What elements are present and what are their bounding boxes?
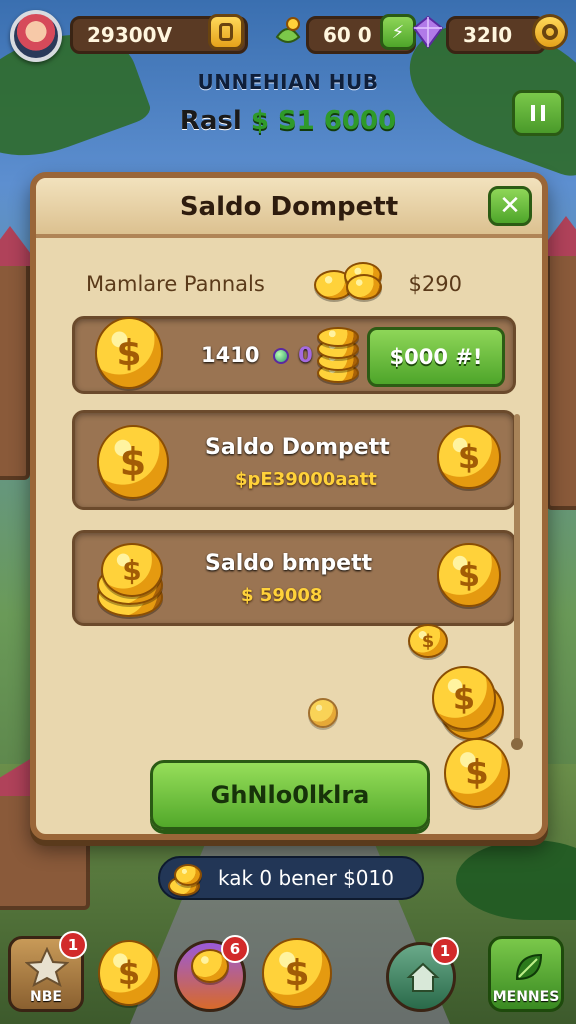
notification-text: kak 0 bener $010 xyxy=(218,866,394,890)
house-icon xyxy=(406,962,440,992)
dollar-coin-icon: $ xyxy=(95,317,163,389)
leaf-icon xyxy=(515,953,543,981)
wallet-row-balance[interactable]: $ Saldo Dompett $pE39000aatt $ xyxy=(72,410,516,510)
nav-button-home[interactable]: 1 xyxy=(386,937,459,1012)
top-hud: 29300V 60 0 ⚡ 32I0 xyxy=(8,10,568,62)
crystal-counter: 32I0 xyxy=(446,16,546,54)
coin-stack-icon: $ xyxy=(432,666,512,746)
bottom-nav: 1 NBE $ 6 $ 1 MENNES xyxy=(0,920,576,1024)
plus-icon xyxy=(219,23,233,41)
dollar-coin-icon: $ xyxy=(437,425,501,489)
subheader-label: Mamlare Pannals xyxy=(86,272,265,296)
flying-coin-icon: $ xyxy=(408,624,448,658)
nav-button-bag[interactable]: 6 xyxy=(174,935,249,1012)
row1-amount: 1410 xyxy=(201,343,260,367)
purple-gem-icon xyxy=(410,14,446,50)
row2-title: Saldo Dompett xyxy=(205,435,390,460)
panel-title: Saldo Dompett xyxy=(179,192,399,222)
row3-subtitle: $ 59008 xyxy=(241,585,323,606)
nav-coin-button[interactable]: $ xyxy=(262,938,332,1008)
nav-label: NBE xyxy=(30,989,62,1005)
player-avatar[interactable] xyxy=(10,10,62,62)
nav-button-nbe[interactable]: 1 NBE xyxy=(8,931,87,1012)
coin-counter-value: 29300V xyxy=(87,23,173,47)
flying-coin-icon xyxy=(308,698,338,728)
nav-button-menu[interactable]: MENNES xyxy=(488,936,564,1012)
add-coins-button[interactable] xyxy=(208,14,244,50)
notification-pill[interactable]: kak 0 bener $010 xyxy=(158,856,424,900)
row1-amount-line: 1410 0 xyxy=(201,343,313,367)
row2-subtitle: $pE39000aatt xyxy=(235,469,377,490)
row1-buy-button[interactable]: $000 #! xyxy=(367,327,505,387)
row3-title: Saldo bmpett xyxy=(205,551,373,576)
gem-counter-value: 60 0 xyxy=(323,23,372,47)
hub-balance-label: Rasl xyxy=(179,106,242,136)
nav-badge: 1 xyxy=(59,931,87,959)
scrollbar-thumb[interactable] xyxy=(511,738,523,750)
dollar-coin-icon: $ xyxy=(437,543,501,607)
coin-stack-icon xyxy=(166,860,208,900)
hut xyxy=(546,250,576,510)
coin-stack-icon: $ xyxy=(95,541,171,621)
gem-pouch-icon xyxy=(270,14,306,50)
pause-icon xyxy=(531,105,545,121)
panel-header: Saldo Dompett ✕ xyxy=(36,178,542,238)
nav-coin-button[interactable]: $ xyxy=(98,940,160,1006)
collect-button[interactable]: GhNlo0lklra xyxy=(150,760,430,830)
subheader-row: Mamlare Pannals $290 xyxy=(86,262,482,300)
nav-badge: 6 xyxy=(221,935,249,963)
gear-icon xyxy=(542,24,558,40)
coin-stack-icon xyxy=(314,262,384,302)
wallet-row-secondary[interactable]: $ Saldo bmpett $ 59008 $ xyxy=(72,530,516,626)
hub-title: UNNEHIAN HUB xyxy=(197,70,379,94)
hut xyxy=(0,260,30,480)
crystal-counter-value: 32I0 xyxy=(463,23,513,47)
close-icon: ✕ xyxy=(499,191,521,221)
lightning-icon: ⚡ xyxy=(391,21,405,43)
nav-label: MENNES xyxy=(492,989,560,1005)
subheader-amount: $290 xyxy=(408,272,462,296)
row1-suffix: 0 xyxy=(298,343,313,367)
pause-button[interactable] xyxy=(512,90,564,136)
scrollbar[interactable] xyxy=(511,414,523,750)
dollar-coin-icon: $ xyxy=(97,425,169,499)
gem-dot-icon xyxy=(272,348,289,364)
coin-stack-icon xyxy=(315,327,361,387)
nav-badge: 1 xyxy=(431,937,459,965)
close-button[interactable]: ✕ xyxy=(488,186,532,226)
settings-button[interactable] xyxy=(532,14,568,50)
wallet-row-exchange: $ 1410 0 $000 #! xyxy=(72,316,516,394)
hub-balance: Rasl $ S1 6000 xyxy=(0,106,576,136)
hub-balance-value: $ S1 6000 xyxy=(250,106,397,136)
flying-coin-icon: $ xyxy=(444,738,510,808)
